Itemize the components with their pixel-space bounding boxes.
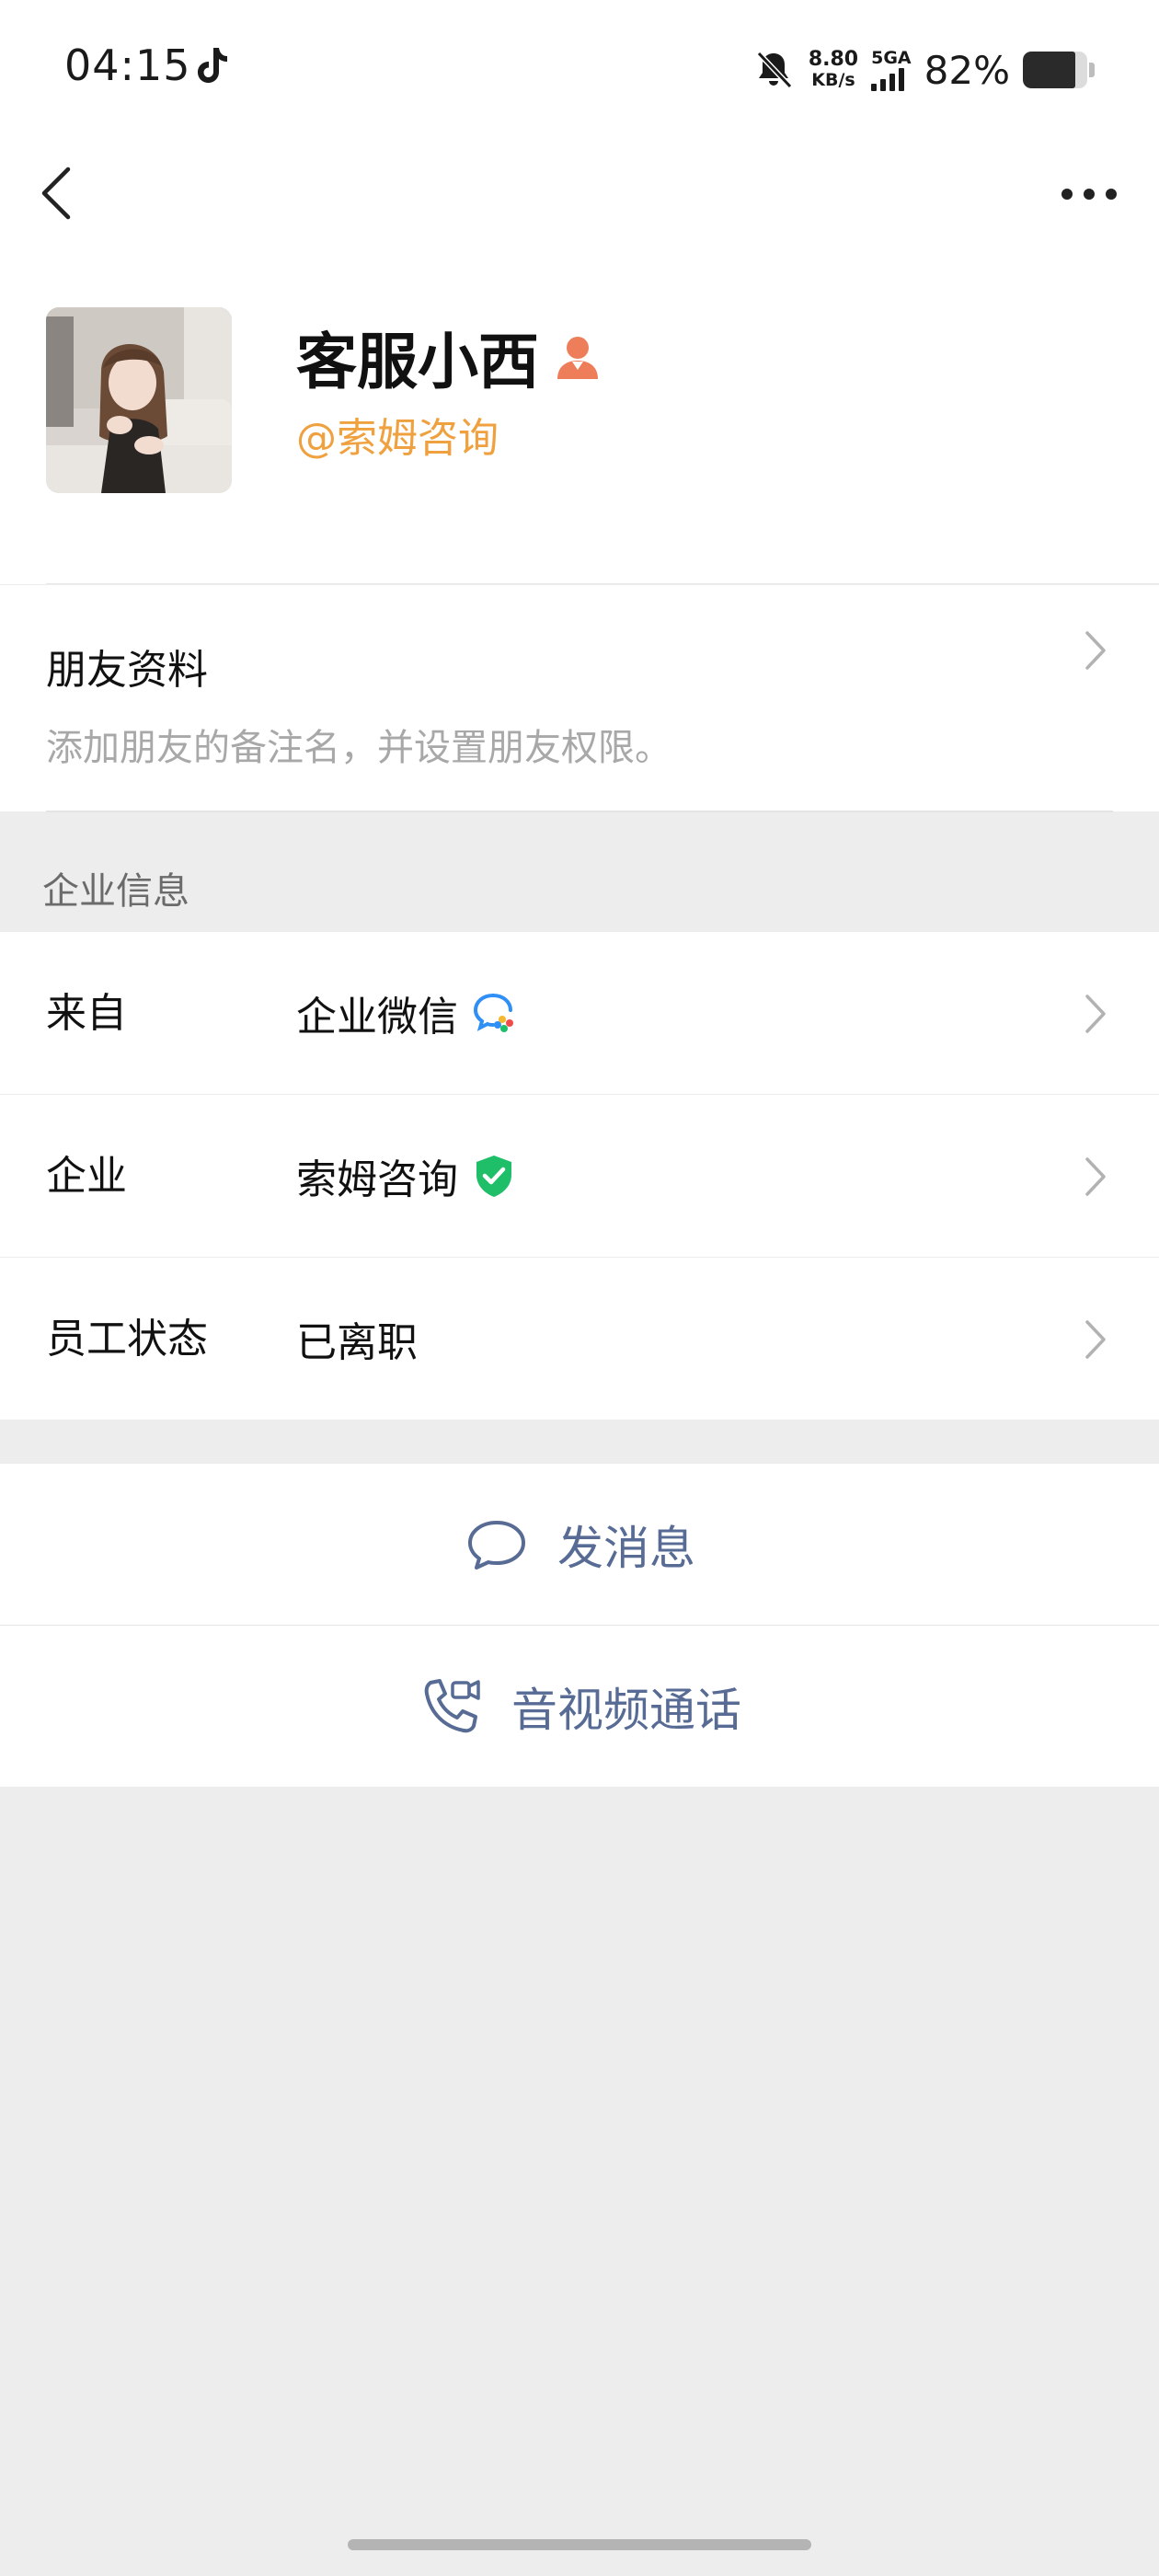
send-message-button[interactable]: 发消息 <box>0 1464 1159 1625</box>
chevron-right-icon <box>1085 995 1106 1033</box>
battery-icon <box>1023 52 1087 88</box>
profile-name: 客服小西 <box>296 327 539 397</box>
friend-profile-title: 朋友资料 <box>46 647 208 694</box>
friend-profile-row[interactable]: 朋友资料 添加朋友的备注名，并设置朋友权限。 <box>0 585 1159 811</box>
info-value: 索姆咨询 <box>296 1146 517 1205</box>
network-speed-unit: KB/s <box>811 70 855 90</box>
section-label-enterprise: 企业信息 <box>42 870 189 913</box>
profile-company-handle: @索姆咨询 <box>296 415 499 462</box>
info-label: 来自 <box>46 990 127 1037</box>
home-indicator[interactable] <box>348 2539 811 2550</box>
network-speed: 8.80 KB/s <box>808 48 859 91</box>
divider <box>46 811 1113 812</box>
chevron-right-icon <box>1085 1157 1106 1196</box>
battery-cap <box>1089 63 1095 77</box>
enterprise-info-list: 来自 企业微信 企业 索姆咨询 员工状态 已离职 <box>0 932 1159 1420</box>
divider <box>46 583 1159 584</box>
info-value: 企业微信 <box>296 983 517 1042</box>
profile-name-row: 客服小西 <box>296 313 602 401</box>
info-value: 已离职 <box>296 1309 418 1368</box>
info-row-source[interactable]: 来自 企业微信 <box>0 932 1159 1094</box>
network-speed-value: 8.80 <box>808 48 859 71</box>
friend-profile-description: 添加朋友的备注名，并设置朋友权限。 <box>46 727 671 769</box>
info-row-employee-status[interactable]: 员工状态 已离职 <box>0 1257 1159 1420</box>
nav-bar <box>0 138 1159 248</box>
battery-fill <box>1023 52 1076 88</box>
info-label: 企业 <box>46 1153 127 1200</box>
staff-person-icon <box>557 337 598 379</box>
chevron-left-icon[interactable] <box>33 160 85 226</box>
more-dots-icon[interactable] <box>1052 171 1126 217</box>
info-value-text: 已离职 <box>296 1319 418 1366</box>
bell-off-icon <box>756 51 793 89</box>
wecom-logo-icon <box>473 994 513 1032</box>
status-bar: 04:15 8.80 KB/s 5GA 82% <box>0 0 1159 138</box>
send-message-label: 发消息 <box>557 1521 695 1575</box>
info-value-text: 企业微信 <box>296 994 458 1041</box>
network-type: 5GA <box>871 48 912 68</box>
chevron-right-icon <box>1085 1320 1106 1359</box>
info-row-company[interactable]: 企业 索姆咨询 <box>0 1094 1159 1257</box>
tiktok-icon <box>198 48 227 83</box>
verified-shield-icon <box>476 1156 511 1197</box>
av-call-label: 音视频通话 <box>511 1683 741 1737</box>
phone-video-icon <box>424 1678 480 1732</box>
action-list: 发消息 音视频通话 <box>0 1464 1159 1787</box>
av-call-button[interactable]: 音视频通话 <box>0 1625 1159 1787</box>
signal-indicator: 5GA <box>871 49 912 91</box>
signal-bars-icon <box>871 67 905 91</box>
info-value-text: 索姆咨询 <box>296 1156 458 1203</box>
status-time: 04:15 <box>64 40 191 90</box>
chevron-right-icon <box>1085 631 1106 670</box>
profile-header: 客服小西 @索姆咨询 <box>0 248 1159 584</box>
chat-bubble-icon <box>468 1520 525 1570</box>
info-label: 员工状态 <box>46 1316 208 1363</box>
battery-percent: 82% <box>924 47 1010 93</box>
avatar[interactable] <box>46 307 232 493</box>
